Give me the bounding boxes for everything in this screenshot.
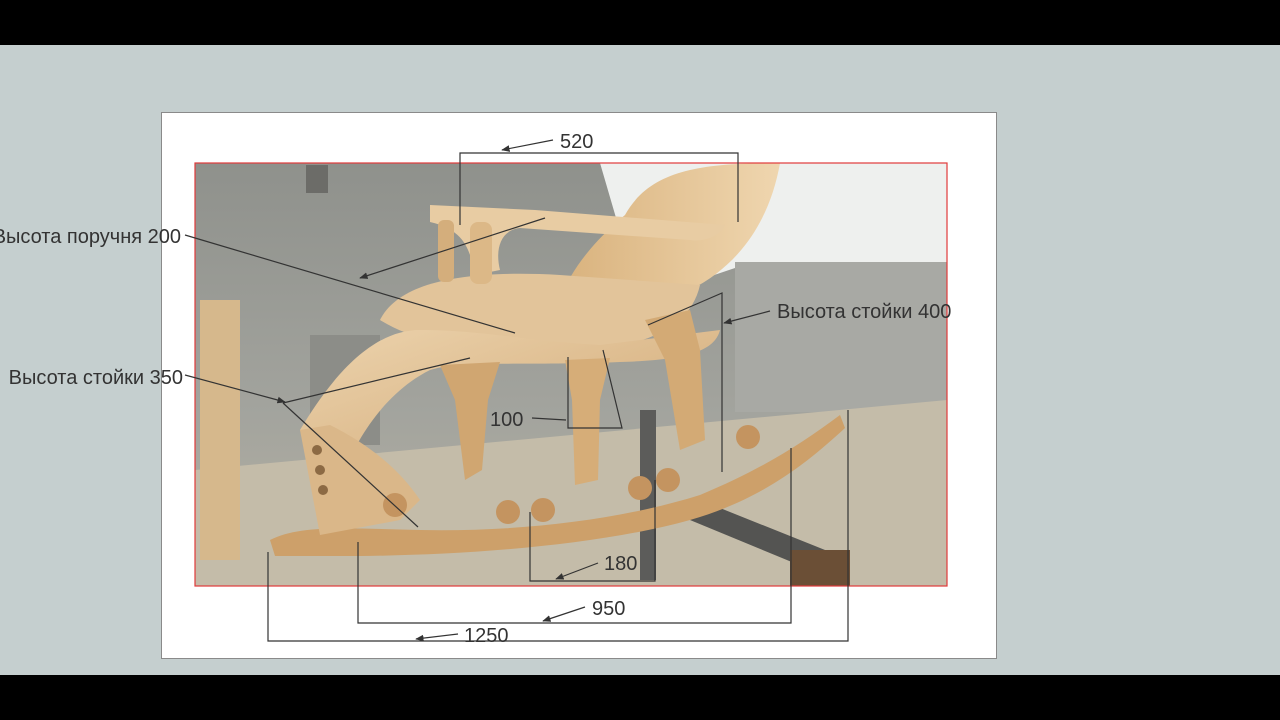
diagram-canvas: 520 Высота поручня 200 Высота стойки 350… bbox=[0, 131, 951, 647]
rocker-rosette bbox=[628, 476, 652, 500]
rocker-rosette bbox=[496, 500, 520, 524]
dimension-seat-width: 520 bbox=[560, 131, 593, 153]
rocker-rosette bbox=[736, 425, 760, 449]
rocker-rosette bbox=[656, 468, 680, 492]
wall-socket bbox=[306, 165, 328, 193]
wood-block bbox=[790, 550, 850, 586]
rocker-rosette bbox=[531, 498, 555, 522]
dimension-runner-length: 1250 bbox=[464, 625, 509, 647]
dimension-support-span: 950 bbox=[592, 598, 625, 620]
label-front-post-height: Высота стойки 400 bbox=[777, 301, 951, 323]
rocker-hole bbox=[315, 465, 325, 475]
rocker-hole bbox=[312, 445, 322, 455]
wall-panel bbox=[735, 262, 947, 412]
armrest-baluster-left bbox=[438, 220, 454, 282]
label-rear-post-height: Высота стойки 350 bbox=[9, 367, 183, 389]
dimension-post-width: 100 bbox=[490, 409, 523, 431]
chair-photo bbox=[195, 163, 947, 586]
label-armrest-height: Высота поручня 200 bbox=[0, 226, 181, 248]
armrest-baluster-right bbox=[470, 222, 492, 284]
wood-plank bbox=[200, 300, 240, 560]
rocker-hole bbox=[318, 485, 328, 495]
dimension-post-base: 180 bbox=[604, 553, 637, 575]
